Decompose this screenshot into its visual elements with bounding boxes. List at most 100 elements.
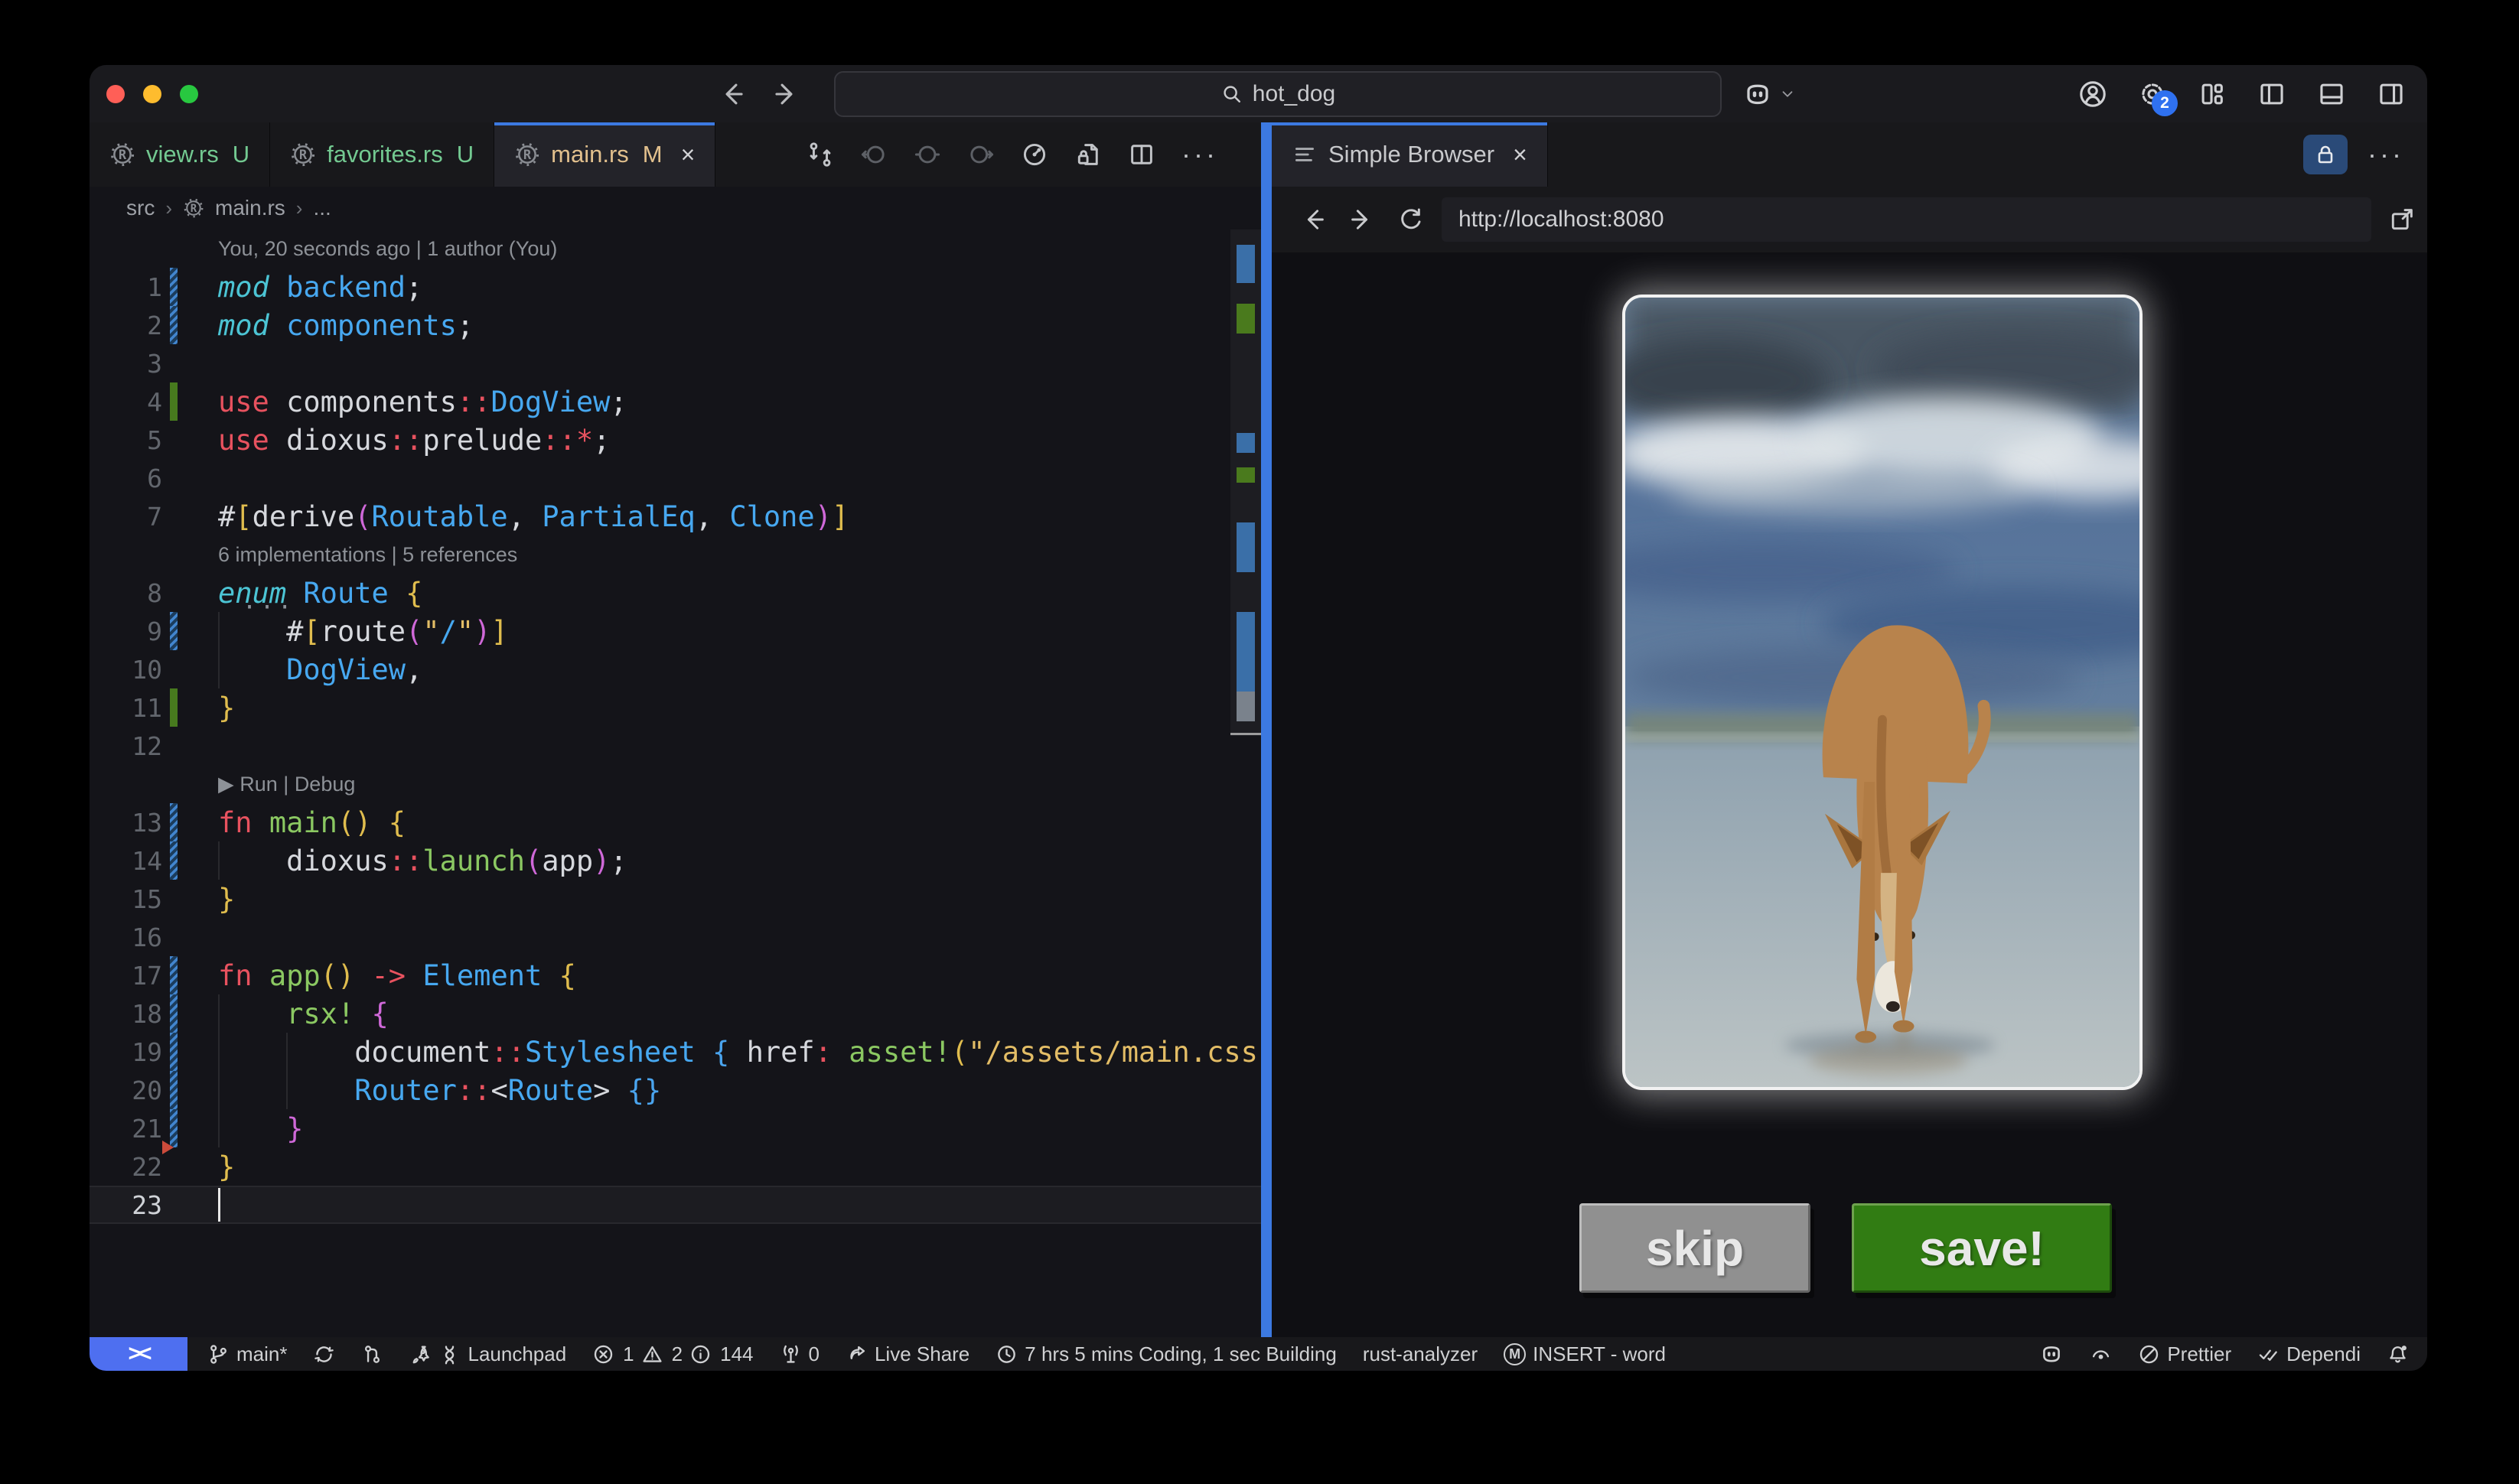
browser-reload-icon[interactable] (1397, 206, 1425, 233)
skip-button[interactable]: skip (1579, 1203, 1810, 1293)
copilot-icon (2039, 1342, 2064, 1366)
toggle-primary-sidebar-icon[interactable] (2257, 80, 2286, 109)
lock-file-icon[interactable] (1074, 141, 1102, 168)
chevron-down-icon (1782, 90, 1793, 97)
git-sync-item[interactable] (313, 1343, 335, 1365)
breadcrumb[interactable]: src › main.rs › ... (90, 187, 1261, 229)
rust-file-icon (290, 142, 316, 168)
tab-view-rs[interactable]: view.rs U (90, 122, 271, 187)
vscode-window: hot_dog 2 view.rs U favorites.rs U main.… (90, 65, 2427, 1371)
screencast-item[interactable] (2090, 1343, 2112, 1365)
customize-layout-icon[interactable] (2198, 80, 2227, 109)
open-external-icon[interactable] (2388, 206, 2416, 233)
editor-group: view.rs U favorites.rs U main.rs M × ···… (90, 122, 1261, 1337)
code-lines: You, 20 seconds ago | 1 author (You) 1 mod… (90, 229, 1261, 1224)
close-tab-icon[interactable]: × (1513, 141, 1527, 169)
editor-split-sash[interactable] (1261, 122, 1272, 1337)
rust-file-icon (109, 142, 135, 168)
remote-indicator[interactable]: >< (90, 1337, 187, 1371)
simple-browser-pane: Simple Browser × ··· http://localhost:80… (1272, 122, 2427, 1337)
breadcrumb-separator: › (295, 196, 303, 220)
vim-mode-icon: M (1504, 1342, 1527, 1365)
copilot-icon (1742, 79, 1773, 109)
code-editor[interactable]: You, 20 seconds ago | 1 author (You) 1 mod… (90, 229, 1261, 1337)
tab-main-rs[interactable]: main.rs M × (494, 122, 716, 187)
save-button[interactable]: save! (1852, 1203, 2112, 1293)
close-tab-icon[interactable]: × (681, 141, 696, 169)
search-value: hot_dog (1252, 81, 1336, 106)
ruler-divider (1230, 733, 1261, 735)
close-window-button[interactable] (106, 84, 125, 103)
tab-favorites-rs[interactable]: favorites.rs U (270, 122, 495, 187)
tab-label: main.rs (551, 141, 629, 168)
browser-viewport: skip save! (1272, 252, 2427, 1337)
problems-item[interactable]: 1 2 144 (592, 1342, 754, 1366)
dependi-item[interactable]: Dependi (2257, 1342, 2361, 1366)
lsp-item[interactable]: rust-analyzer (1363, 1342, 1478, 1366)
tab-label: view.rs (146, 141, 219, 168)
tab-label: favorites.rs (327, 141, 443, 168)
more-actions-icon[interactable]: ··· (1181, 141, 1218, 168)
split-editor-icon[interactable] (1128, 141, 1155, 168)
live-share-item[interactable]: Live Share (846, 1342, 969, 1366)
dog-photo-image (1625, 298, 2139, 1087)
share-icon (850, 1346, 865, 1359)
rust-file-icon (183, 197, 204, 219)
editor-tab-bar: view.rs U favorites.rs U main.rs M × ··· (90, 122, 1261, 187)
tab-git-flag: M (642, 141, 663, 168)
desktop: hot_dog 2 view.rs U favorites.rs U main.… (0, 0, 2519, 1484)
overview-ruler[interactable] (1230, 229, 1261, 1337)
history-forward-button[interactable] (772, 80, 801, 109)
eye-arc-icon (2093, 1349, 2110, 1359)
rust-file-icon (514, 142, 540, 168)
browser-back-icon[interactable] (1299, 206, 1327, 233)
info-icon (691, 1345, 710, 1363)
breadcrumb-separator: › (165, 196, 172, 220)
nav-next-change-icon[interactable] (967, 141, 995, 168)
git-branch-item[interactable]: main* (207, 1342, 287, 1366)
more-actions-icon[interactable]: ··· (2367, 141, 2404, 168)
errors-icon (594, 1345, 613, 1363)
settings-badge: 2 (2152, 89, 2178, 116)
search-icon (1224, 86, 1240, 103)
prettier-item[interactable]: Prettier (2138, 1342, 2231, 1366)
compare-icon (365, 1345, 380, 1363)
url-input[interactable]: http://localhost:8080 (1442, 197, 2371, 242)
tab-simple-browser[interactable]: Simple Browser × (1272, 122, 1548, 187)
breadcrumb-symbol[interactable]: ... (313, 196, 331, 220)
url-value: http://localhost:8080 (1458, 207, 1664, 232)
ports-item[interactable]: 0 (780, 1342, 820, 1366)
title-bar: hot_dog 2 (90, 65, 2427, 122)
notifications-item[interactable] (2387, 1343, 2409, 1365)
history-back-button[interactable] (717, 80, 746, 109)
clock-icon (998, 1345, 1016, 1363)
timeline-icon[interactable] (1021, 141, 1048, 168)
double-check-icon (2259, 1349, 2277, 1361)
slash-circle-icon (2140, 1345, 2159, 1363)
change-circle-icon (914, 145, 940, 164)
breadcrumb-file[interactable]: main.rs (215, 196, 285, 220)
toggle-secondary-sidebar-icon[interactable] (2377, 80, 2406, 109)
toggle-panel-icon[interactable] (2317, 80, 2346, 109)
copilot-status-item[interactable] (2039, 1342, 2064, 1366)
zoom-window-button[interactable] (180, 84, 198, 103)
minimize-window-button[interactable] (143, 84, 161, 103)
command-center-search[interactable]: hot_dog (834, 71, 1722, 117)
breadcrumb-folder[interactable]: src (126, 196, 155, 220)
open-changes-icon[interactable] (807, 141, 834, 168)
nav-previous-change-icon[interactable] (860, 141, 888, 168)
warnings-icon (643, 1346, 662, 1362)
git-compare-item[interactable] (361, 1343, 383, 1365)
copilot-menu-button[interactable] (1742, 65, 1796, 122)
browser-forward-icon[interactable] (1348, 206, 1376, 233)
browser-tab-bar: Simple Browser × ··· (1272, 122, 2427, 187)
broadcast-icon (783, 1345, 798, 1363)
time-tracker-item[interactable]: 7 hrs 5 mins Coding, 1 sec Building (996, 1342, 1337, 1366)
launchpad-item[interactable]: Launchpad (409, 1342, 566, 1366)
lock-icon (2313, 142, 2338, 167)
settings-gear-icon[interactable]: 2 (2138, 80, 2178, 116)
account-icon[interactable] (2078, 80, 2107, 109)
simple-browser-icon (1295, 148, 1315, 161)
vim-mode-item[interactable]: M INSERT - word (1504, 1342, 1666, 1366)
focus-lock-toggle[interactable] (2303, 135, 2348, 174)
